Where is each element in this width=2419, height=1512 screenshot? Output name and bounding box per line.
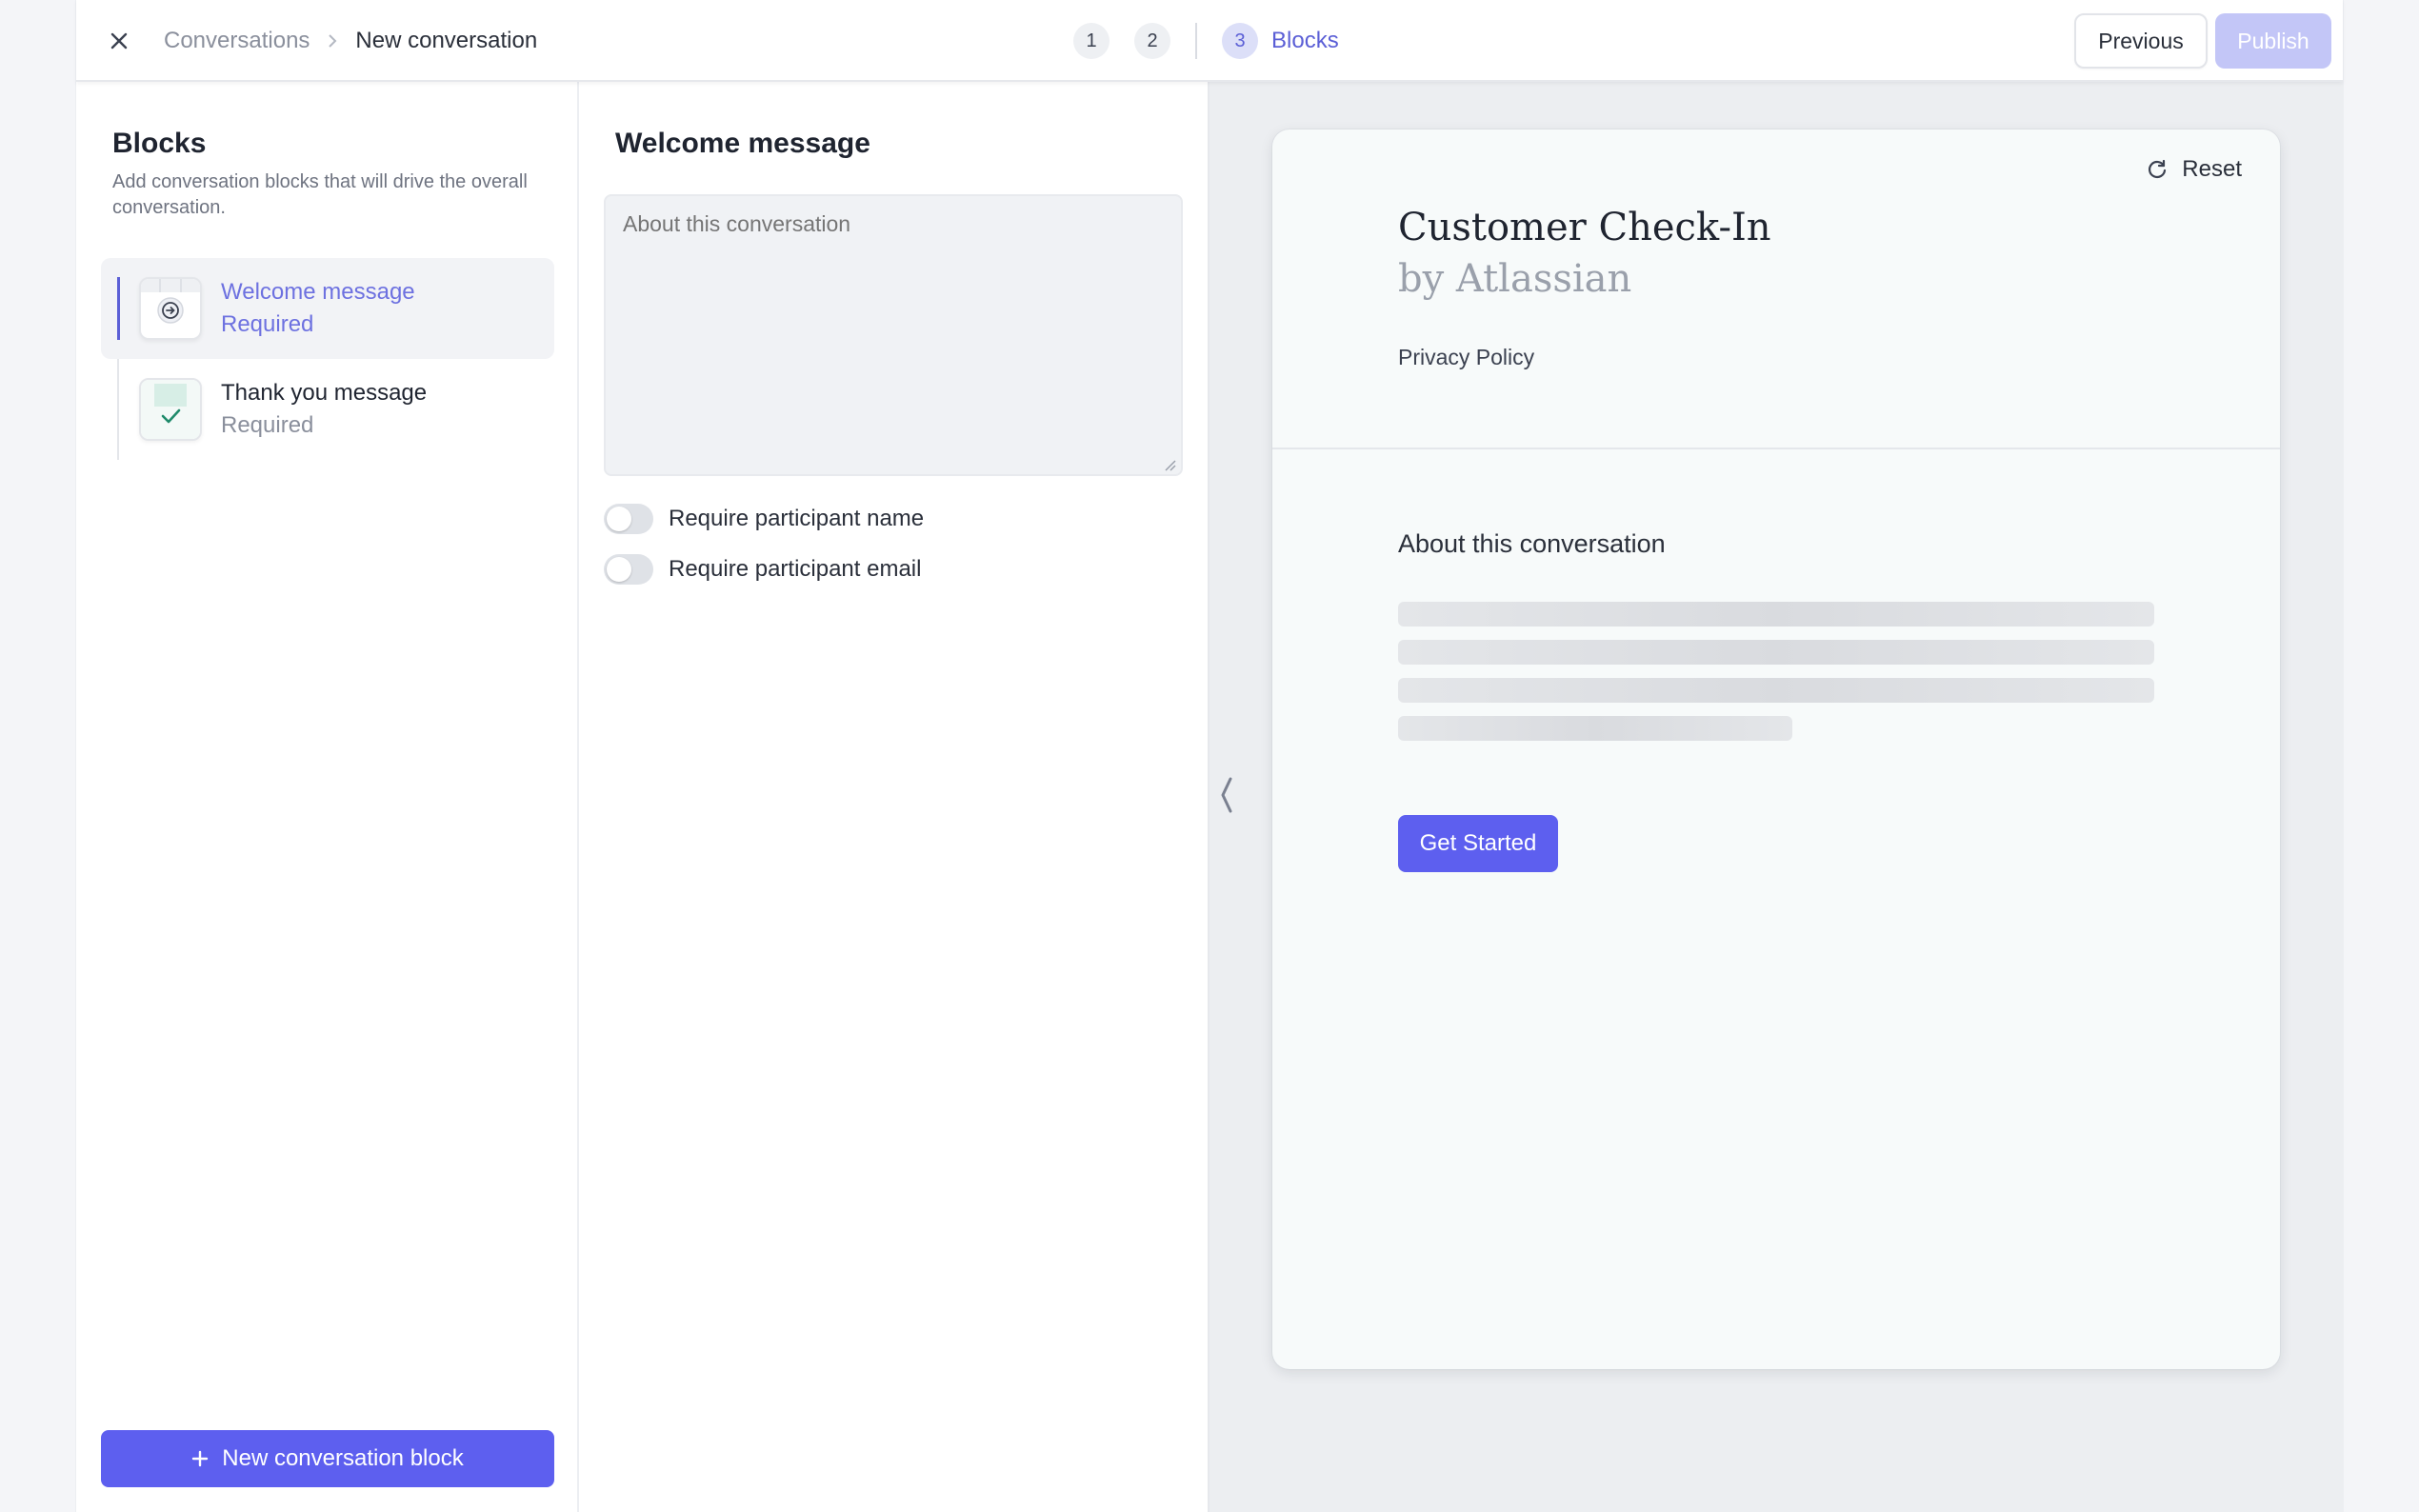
about-heading: About this conversation: [1398, 529, 1666, 558]
step-divider: [1195, 23, 1197, 59]
block-sub: Required: [221, 412, 314, 438]
preview-title: Customer Check-In: [1398, 206, 1771, 249]
block-sub: Required: [221, 311, 314, 337]
chevron-right-icon: [327, 33, 338, 49]
privacy-policy-link[interactable]: Privacy Policy: [1398, 345, 1534, 370]
about-textarea[interactable]: [604, 194, 1183, 476]
app-window: Conversations New conversation 1 2 3 Blo…: [76, 0, 2343, 1512]
step-3[interactable]: 3: [1222, 23, 1258, 59]
breadcrumb-conversations[interactable]: Conversations: [164, 28, 310, 54]
step-1[interactable]: 1: [1073, 23, 1110, 59]
collapse-panel-button[interactable]: [1215, 773, 1238, 817]
blocks-description: Add conversation blocks that will drive …: [112, 171, 528, 218]
require-name-row: Require participant name: [604, 503, 924, 535]
skeleton-line: [1398, 602, 2154, 627]
skeleton-line: [1398, 640, 2154, 665]
block-editor: Welcome message Require participant name…: [579, 82, 1210, 1512]
resize-grip-icon[interactable]: [1164, 459, 1177, 472]
reset-label: Reset: [2182, 156, 2242, 182]
close-button[interactable]: [97, 19, 141, 63]
require-email-row: Require participant email: [604, 553, 921, 586]
editor-title: Welcome message: [615, 128, 870, 159]
breadcrumb: Conversations New conversation: [164, 0, 537, 82]
preview-card: Reset Customer Check-In by Atlassian Pri…: [1272, 129, 2280, 1369]
step-indicator: 1 2 3 Blocks: [1073, 0, 1339, 82]
tree-line: [117, 359, 119, 460]
plus-icon: [192, 1450, 209, 1467]
new-block-label: New conversation block: [222, 1445, 464, 1471]
blocks-panel: Blocks Add conversation blocks that will…: [76, 82, 579, 1512]
preview-subtitle: by Atlassian: [1398, 257, 1632, 301]
reset-button[interactable]: Reset: [2146, 156, 2242, 183]
breadcrumb-current: New conversation: [355, 28, 538, 53]
block-label: Thank you message: [221, 380, 428, 406]
skeleton-line: [1398, 678, 2154, 703]
require-email-label: Require participant email: [669, 556, 922, 582]
block-item-welcome-message[interactable]: Welcome message Required: [101, 258, 554, 359]
require-email-toggle[interactable]: [604, 554, 653, 585]
skeleton-line: [1398, 716, 1792, 741]
step-active-label: Blocks: [1271, 28, 1339, 53]
thank-you-icon: [139, 378, 202, 441]
welcome-icon: [139, 277, 202, 340]
blocks-title: Blocks: [112, 128, 207, 159]
previous-button[interactable]: Previous: [2074, 13, 2208, 69]
close-icon: [110, 32, 128, 50]
block-label: Welcome message: [221, 279, 415, 305]
step-2[interactable]: 2: [1134, 23, 1170, 59]
require-name-toggle[interactable]: [604, 504, 653, 534]
refresh-icon: [2149, 159, 2167, 179]
top-bar: Conversations New conversation 1 2 3 Blo…: [76, 0, 2343, 82]
active-indicator: [117, 277, 120, 340]
card-divider: [1272, 448, 2280, 449]
get-started-button[interactable]: Get Started: [1398, 815, 1558, 872]
publish-button[interactable]: Publish: [2215, 13, 2331, 69]
block-item-thank-you-message[interactable]: Thank you message Required: [101, 359, 554, 460]
new-conversation-block-button[interactable]: New conversation block: [101, 1430, 554, 1487]
require-name-label: Require participant name: [669, 506, 925, 531]
chevron-left-icon: [1221, 777, 1232, 813]
